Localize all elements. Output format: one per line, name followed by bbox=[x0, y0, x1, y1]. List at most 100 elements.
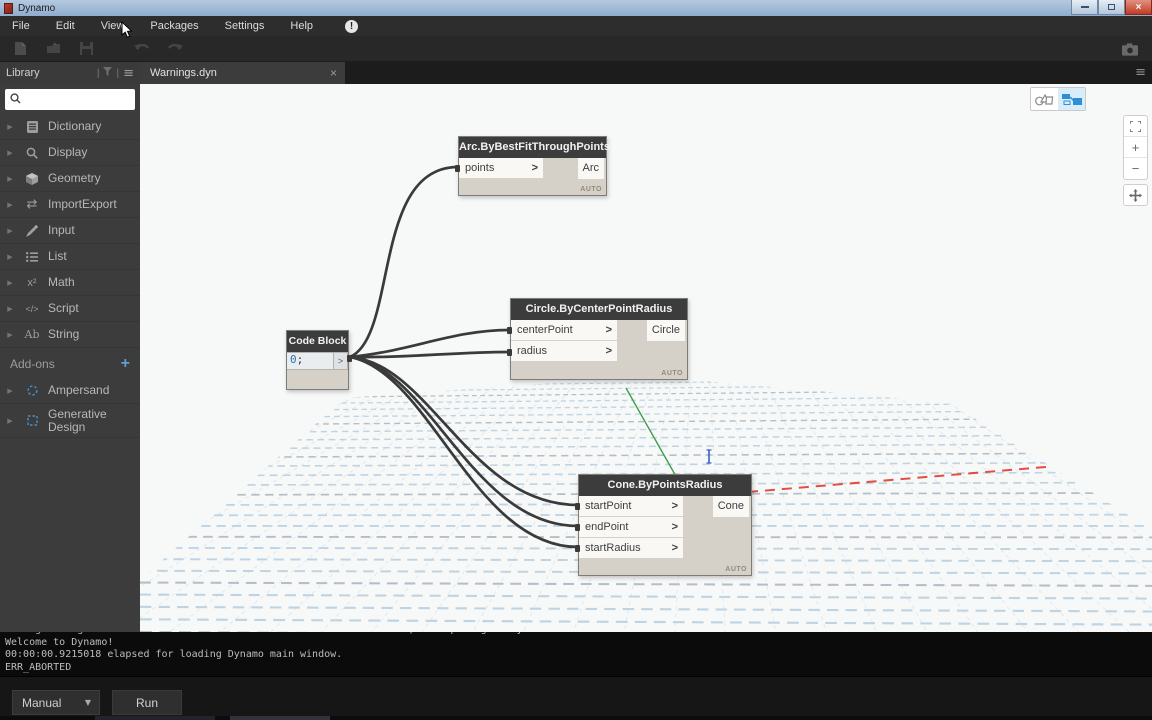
input-port-points[interactable]: points> bbox=[459, 158, 543, 179]
node-circle-bycenterpointradius[interactable]: Circle.ByCenterPointRadius centerPoint> … bbox=[510, 298, 688, 380]
library-sidebar: ▶ Dictionary ▶ Display ▶ Geometry ▶ ⇄ Im… bbox=[0, 84, 140, 632]
sidebar-item-math[interactable]: ▶ x² Math bbox=[0, 270, 140, 296]
run-button[interactable]: Run bbox=[112, 690, 182, 715]
input-port-nub[interactable] bbox=[575, 524, 580, 531]
filter-icon[interactable] bbox=[103, 67, 112, 79]
dictionary-book-icon bbox=[20, 121, 44, 133]
chevron-icon: > bbox=[672, 500, 678, 512]
menu-packages[interactable]: Packages bbox=[150, 20, 198, 32]
output-port-nub[interactable] bbox=[347, 355, 352, 362]
input-port-nub[interactable] bbox=[455, 165, 460, 172]
expand-arrow-icon[interactable]: ▶ bbox=[0, 227, 20, 235]
sidebar-item-list[interactable]: ▶ List bbox=[0, 244, 140, 270]
input-port-startpoint[interactable]: startPoint> bbox=[579, 496, 683, 517]
lacing-badge: AUTO bbox=[725, 566, 747, 573]
minimize-button[interactable] bbox=[1071, 0, 1098, 15]
code-block-editor[interactable]: 0; bbox=[287, 352, 334, 370]
close-button[interactable]: × bbox=[1125, 0, 1152, 15]
input-port-nub[interactable] bbox=[575, 503, 580, 510]
geometry-preview-toggle[interactable] bbox=[1031, 88, 1058, 110]
expand-arrow-icon[interactable]: ▶ bbox=[0, 149, 20, 157]
input-port-nub[interactable] bbox=[575, 545, 580, 552]
input-port-centerpoint[interactable]: centerPoint> bbox=[511, 320, 617, 341]
library-menu-icon[interactable]: ≡ bbox=[123, 66, 134, 81]
input-port-startradius[interactable]: startRadius> bbox=[579, 538, 683, 559]
notifications-icon[interactable]: ! bbox=[345, 20, 358, 33]
sidebar-item-importexport[interactable]: ▶ ⇄ ImportExport bbox=[0, 192, 140, 218]
expand-arrow-icon[interactable]: ▶ bbox=[0, 331, 20, 339]
toolbar bbox=[0, 36, 1152, 62]
sidebar-item-geometry[interactable]: ▶ Geometry bbox=[0, 166, 140, 192]
expand-arrow-icon[interactable]: ▶ bbox=[0, 123, 20, 131]
add-package-button[interactable]: + bbox=[121, 355, 130, 373]
sidebar-item-ampersand[interactable]: ▶ Ampersand bbox=[0, 378, 140, 404]
menu-settings[interactable]: Settings bbox=[225, 20, 265, 32]
menu-edit[interactable]: Edit bbox=[56, 20, 75, 32]
chevron-icon: > bbox=[672, 542, 678, 554]
sidebar-item-generative-design[interactable]: ▶ Generative Design bbox=[0, 404, 140, 438]
input-port-endpoint[interactable]: endPoint> bbox=[579, 517, 683, 538]
console-line: ERR_ABORTED bbox=[5, 662, 1152, 675]
node-title[interactable]: Cone.ByPointsRadius bbox=[579, 475, 751, 496]
sidebar-item-input[interactable]: ▶ Input bbox=[0, 218, 140, 244]
library-search[interactable] bbox=[5, 89, 135, 110]
chevron-down-icon: ▼ bbox=[85, 698, 91, 707]
output-port-arc[interactable]: Arc bbox=[578, 158, 605, 179]
run-bar: Manual ▼ Run bbox=[0, 676, 1152, 720]
output-port-circle[interactable]: Circle bbox=[647, 320, 685, 341]
expand-arrow-icon[interactable]: ▶ bbox=[0, 279, 20, 287]
tab-warnings-dyn[interactable]: Warnings.dyn × bbox=[140, 62, 345, 84]
run-mode-select[interactable]: Manual ▼ bbox=[12, 690, 100, 715]
node-cone-bypointsradius[interactable]: Cone.ByPointsRadius startPoint> endPoint… bbox=[578, 474, 752, 576]
node-title[interactable]: Code Block bbox=[287, 331, 348, 352]
input-port-nub[interactable] bbox=[507, 327, 512, 334]
expand-arrow-icon[interactable]: ▶ bbox=[0, 387, 20, 395]
expand-arrow-icon[interactable]: ▶ bbox=[0, 175, 20, 183]
open-file-icon[interactable] bbox=[45, 41, 61, 57]
chevron-icon: > bbox=[672, 521, 678, 533]
console-line: Welcome to Dynamo! bbox=[5, 637, 1152, 650]
chevron-icon: > bbox=[606, 324, 612, 336]
menu-file[interactable]: File bbox=[12, 20, 30, 32]
chevron-icon: > bbox=[532, 162, 538, 174]
list-icon bbox=[20, 252, 44, 262]
new-file-icon[interactable] bbox=[12, 41, 28, 57]
expand-arrow-icon[interactable]: ▶ bbox=[0, 417, 20, 425]
sidebar-item-string[interactable]: ▶ Ab String bbox=[0, 322, 140, 348]
zoom-in-button[interactable]: + bbox=[1124, 137, 1147, 158]
search-input[interactable] bbox=[25, 94, 125, 106]
expand-arrow-icon[interactable]: ▶ bbox=[0, 201, 20, 209]
workspace-menu-icon[interactable]: ≡ bbox=[1135, 65, 1146, 80]
zoom-out-button[interactable]: − bbox=[1124, 158, 1147, 179]
wire-codeblock-to-arc bbox=[350, 167, 458, 357]
graph-canvas[interactable]: Arc.ByBestFitThroughPoints points> Arc A… bbox=[140, 84, 1152, 632]
tab-close-icon[interactable]: × bbox=[330, 67, 337, 79]
fit-to-screen-button[interactable] bbox=[1124, 116, 1147, 137]
console-log: Package manager certificates could not b… bbox=[0, 632, 1152, 676]
display-magnifier-icon bbox=[20, 147, 44, 159]
sidebar-item-script[interactable]: ▶ </> Script bbox=[0, 296, 140, 322]
node-code-block[interactable]: Code Block 0; > bbox=[286, 330, 349, 390]
restore-button[interactable] bbox=[1098, 0, 1125, 15]
redo-icon[interactable] bbox=[167, 41, 183, 57]
output-port-cone[interactable]: Cone bbox=[713, 496, 749, 517]
input-port-radius[interactable]: radius> bbox=[511, 341, 617, 362]
x-squared-icon: x² bbox=[20, 277, 44, 289]
input-port-nub[interactable] bbox=[507, 349, 512, 356]
expand-arrow-icon[interactable]: ▶ bbox=[0, 305, 20, 313]
zoom-controls: + − bbox=[1123, 115, 1148, 180]
save-icon[interactable] bbox=[78, 41, 94, 57]
output-port-code[interactable]: > bbox=[334, 352, 348, 370]
expand-arrow-icon[interactable]: ▶ bbox=[0, 253, 20, 261]
taskbar-sliver bbox=[0, 716, 1152, 720]
node-arc-bybestfitthroughpoints[interactable]: Arc.ByBestFitThroughPoints points> Arc A… bbox=[458, 136, 607, 196]
export-image-camera-icon[interactable] bbox=[1122, 41, 1138, 57]
menu-help[interactable]: Help bbox=[290, 20, 313, 32]
sidebar-item-dictionary[interactable]: ▶ Dictionary bbox=[0, 114, 140, 140]
node-title[interactable]: Arc.ByBestFitThroughPoints bbox=[459, 137, 606, 158]
pan-button[interactable] bbox=[1123, 184, 1148, 206]
undo-icon[interactable] bbox=[134, 41, 150, 57]
graph-view-toggle[interactable] bbox=[1058, 88, 1085, 110]
node-title[interactable]: Circle.ByCenterPointRadius bbox=[511, 299, 687, 320]
sidebar-item-display[interactable]: ▶ Display bbox=[0, 140, 140, 166]
